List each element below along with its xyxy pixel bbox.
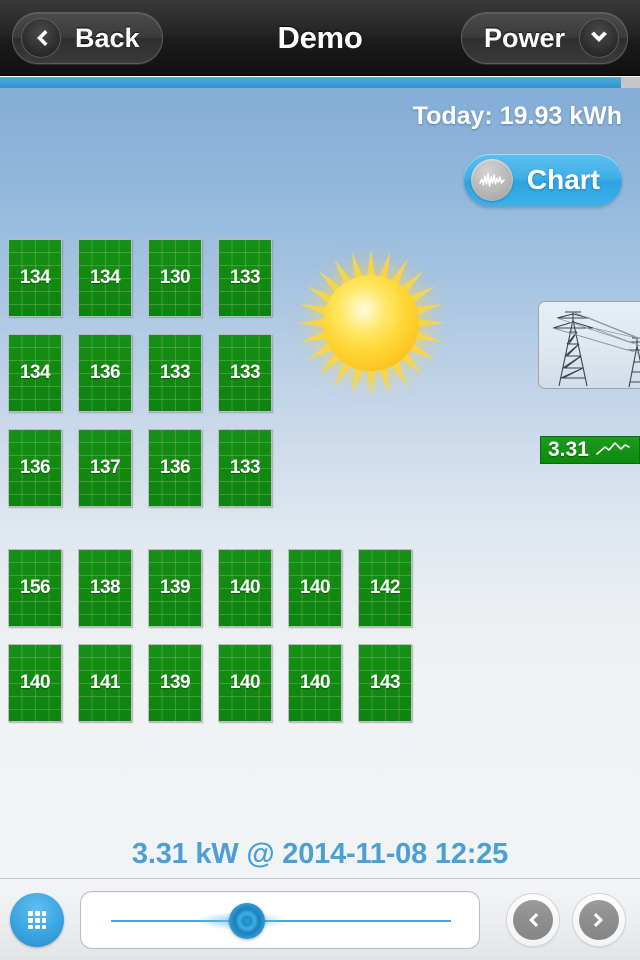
- solar-panel[interactable]: 136: [8, 429, 62, 507]
- solar-panel-value: 143: [369, 672, 401, 693]
- waveform-icon: [470, 159, 513, 201]
- next-button[interactable]: [572, 893, 626, 947]
- solar-panel-value: 156: [19, 577, 51, 598]
- main-content: Today: 19.93 kWh Chart 134 134 130 133 1…: [0, 88, 640, 830]
- solar-panel-array-1: 134 134 130 133 134 136 133 133 136 137 136 133: [8, 239, 272, 524]
- back-button[interactable]: Back: [12, 12, 163, 64]
- solar-panel-row: 134 134 130 133: [8, 239, 272, 317]
- slider-thumb[interactable]: [229, 903, 265, 939]
- solar-panel-value: 140: [299, 577, 331, 598]
- solar-panel-value: 136: [19, 457, 51, 478]
- bottom-toolbar: [0, 878, 640, 960]
- solar-panel[interactable]: 139: [148, 644, 202, 722]
- solar-panel-value: 140: [229, 672, 261, 693]
- solar-panel-row: 140 141 139 140 140 143: [8, 644, 412, 722]
- solar-panel[interactable]: 133: [148, 334, 202, 412]
- solar-panel-value: 133: [229, 267, 261, 288]
- solar-panel[interactable]: 140: [288, 549, 342, 627]
- solar-panel[interactable]: 140: [8, 644, 62, 722]
- solar-panel-row: 136 137 136 133: [8, 429, 272, 507]
- grid-icon: [17, 900, 57, 940]
- solar-panel[interactable]: 133: [218, 334, 272, 412]
- solar-panel[interactable]: 136: [78, 334, 132, 412]
- navigation-bar: Demo Back Power: [0, 0, 640, 76]
- solar-panel[interactable]: 134: [78, 239, 132, 317]
- loading-progress-bar: [0, 77, 640, 88]
- grid-power-value-box: 3.31: [540, 436, 640, 464]
- solar-panel-value: 134: [19, 267, 51, 288]
- solar-panel[interactable]: 140: [218, 549, 272, 627]
- solar-panel-value: 136: [159, 457, 191, 478]
- solar-panel-value: 133: [229, 457, 261, 478]
- app-root: Demo Back Power Today: 19.93 kWh Chart 1…: [0, 0, 640, 960]
- loading-progress-fill: [0, 77, 621, 88]
- chart-button[interactable]: Chart: [463, 154, 622, 206]
- sun-disc: [323, 275, 419, 371]
- solar-panel-row: 134 136 133 133: [8, 334, 272, 412]
- solar-panel-value: 130: [159, 267, 191, 288]
- solar-panel[interactable]: 142: [358, 549, 412, 627]
- solar-panel[interactable]: 139: [148, 549, 202, 627]
- chart-button-label: Chart: [526, 164, 600, 195]
- solar-panel-value: 140: [19, 672, 51, 693]
- sun-icon: [296, 248, 446, 398]
- solar-panel[interactable]: 137: [78, 429, 132, 507]
- chevron-down-icon: [579, 18, 619, 58]
- solar-panel[interactable]: 134: [8, 239, 62, 317]
- solar-panel[interactable]: 136: [148, 429, 202, 507]
- solar-panel[interactable]: 134: [8, 334, 62, 412]
- solar-panel-row: 156 138 139 140 140 142: [8, 549, 412, 627]
- power-dropdown-button[interactable]: Power: [460, 12, 628, 64]
- power-dropdown-label: Power: [483, 22, 565, 53]
- solar-panel[interactable]: 130: [148, 239, 202, 317]
- chevron-left-icon: [513, 900, 553, 940]
- solar-panel[interactable]: 133: [218, 429, 272, 507]
- grid-power-value: 3.31: [548, 438, 589, 461]
- solar-panel-value: 140: [229, 577, 261, 598]
- back-button-label: Back: [75, 22, 140, 53]
- solar-panel-value: 133: [159, 362, 191, 383]
- solar-panel-array-2: 156 138 139 140 140 142 140 141 139 140 140 143: [8, 549, 412, 739]
- solar-panel-value: 134: [19, 362, 51, 383]
- power-transmission-tower-icon: [538, 301, 640, 389]
- solar-panel-value: 140: [299, 672, 331, 693]
- solar-panel-value: 142: [369, 577, 401, 598]
- time-slider[interactable]: [80, 891, 480, 949]
- solar-panel-value: 136: [89, 362, 121, 383]
- solar-panel-value: 133: [229, 362, 261, 383]
- solar-panel[interactable]: 143: [358, 644, 412, 722]
- solar-panel[interactable]: 140: [218, 644, 272, 722]
- solar-panel[interactable]: 140: [288, 644, 342, 722]
- today-energy-label: Today: 19.93 kWh: [412, 102, 622, 130]
- solar-panel-value: 137: [89, 457, 121, 478]
- solar-panel-value: 134: [89, 267, 121, 288]
- solar-panel-value: 139: [159, 577, 191, 598]
- solar-panel-value: 139: [159, 672, 191, 693]
- chevron-right-icon: [579, 900, 619, 940]
- solar-panel[interactable]: 141: [78, 644, 132, 722]
- status-readout: 3.31 kW @ 2014-11-08 12:25: [0, 830, 640, 878]
- grid-view-button[interactable]: [10, 893, 64, 947]
- chevron-left-icon: [21, 18, 61, 58]
- solar-panel-value: 141: [89, 672, 121, 693]
- sparkline-icon: [595, 438, 631, 463]
- solar-panel[interactable]: 156: [8, 549, 62, 627]
- solar-panel[interactable]: 138: [78, 549, 132, 627]
- solar-panel[interactable]: 133: [218, 239, 272, 317]
- previous-button[interactable]: [506, 893, 560, 947]
- solar-panel-value: 138: [89, 577, 121, 598]
